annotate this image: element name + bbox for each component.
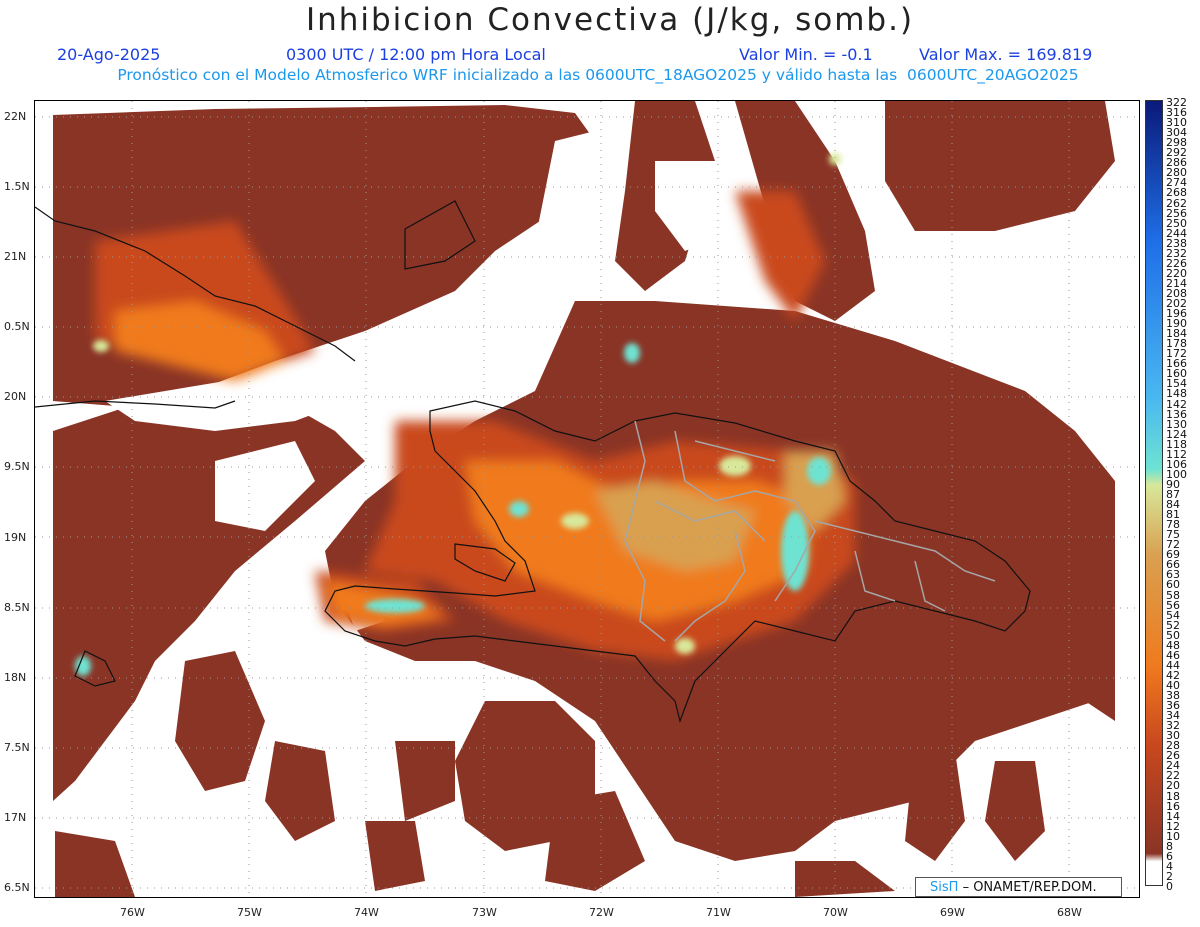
lat-label-20-5n: 0.5N: [4, 320, 30, 333]
lon-label-68w: 68W: [1057, 906, 1082, 919]
cin-field-map: [35, 101, 1139, 897]
lat-label-18n: 18N: [4, 671, 27, 684]
lat-label-20n: 20N: [4, 390, 27, 403]
color-scale-label: 0: [1166, 880, 1173, 893]
credit-box: SisΠ – ONAMET/REP.DOM.: [915, 877, 1122, 897]
lon-label-69w: 69W: [940, 906, 965, 919]
forecast-date: 20-Ago-2025: [57, 45, 161, 64]
map-panel: [34, 100, 1140, 898]
lat-label-21n: 21N: [4, 250, 27, 263]
lon-label-76w: 76W: [120, 906, 145, 919]
max-value: Valor Max. = 169.819: [919, 45, 1093, 64]
sispi-logo-text: SisΠ: [930, 880, 959, 895]
lon-label-73w: 73W: [472, 906, 497, 919]
forecast-time: 0300 UTC / 12:00 pm Hora Local: [286, 45, 546, 64]
lon-label-74w: 74W: [354, 906, 379, 919]
forecast-subtitle: Pronóstico con el Modelo Atmosferico WRF…: [117, 66, 1079, 84]
min-value: Valor Min. = -0.1: [739, 45, 873, 64]
lat-label-21-5n: 1.5N: [4, 180, 30, 193]
lat-label-19-5n: 9.5N: [4, 460, 30, 473]
lon-label-70w: 70W: [823, 906, 848, 919]
lat-label-18-5n: 8.5N: [4, 601, 30, 614]
lat-label-17-5n: 7.5N: [4, 741, 30, 754]
lon-label-71w: 71W: [706, 906, 731, 919]
lon-label-72w: 72W: [589, 906, 614, 919]
lat-label-16-5n: 6.5N: [4, 881, 30, 894]
map-title: Inhibicion Convectiva (J/kg, somb.): [305, 2, 915, 38]
lat-label-19n: 19N: [4, 531, 27, 544]
organization-name: – ONAMET/REP.DOM.: [962, 880, 1097, 895]
color-scale-bar: [1145, 100, 1163, 886]
lat-label-22n: 22N: [4, 110, 27, 123]
lon-label-75w: 75W: [237, 906, 262, 919]
lat-label-17n: 17N: [4, 811, 27, 824]
